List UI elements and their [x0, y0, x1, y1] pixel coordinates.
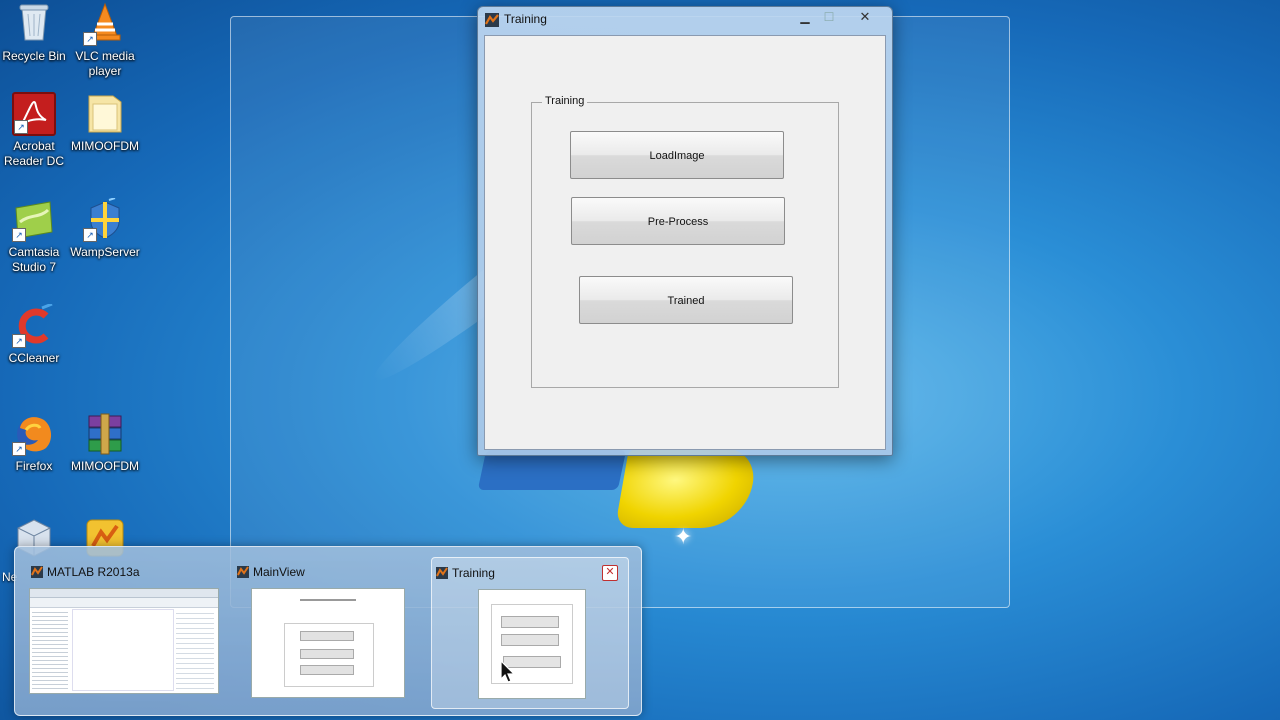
wampserver-icon: ↗: [83, 197, 127, 242]
maximize-button[interactable]: ☐: [818, 9, 840, 27]
shortcut-arrow-icon: ↗: [83, 32, 97, 46]
desktop-icon-label: Firefox: [15, 459, 53, 473]
desktop-icon-wampserver[interactable]: ↗ WampServer: [69, 197, 141, 260]
matlab-icon: [436, 567, 448, 579]
winrar-archive-icon: [83, 412, 127, 456]
recycle-bin-icon: [12, 2, 56, 46]
training-panel: Training LoadImage Pre-Process Trained: [531, 95, 839, 388]
camtasia-icon: ↗: [12, 198, 56, 242]
desktop-icon-label: CCleaner: [8, 351, 60, 365]
thumbnail-close-button[interactable]: ✕: [602, 565, 618, 581]
firefox-icon: ↗: [12, 412, 56, 456]
desktop-icon-ccleaner[interactable]: ↗ CCleaner: [0, 302, 70, 366]
shortcut-arrow-icon: ↗: [83, 228, 97, 242]
vlc-icon: ↗: [83, 2, 127, 46]
trained-button[interactable]: Trained: [579, 276, 793, 324]
window-client-area: Training LoadImage Pre-Process Trained: [484, 35, 886, 450]
desktop-icon-label: WampServer: [70, 245, 140, 259]
thumbnail-title: MainView: [253, 565, 305, 579]
matlab-preview-image: [29, 588, 219, 694]
shortcut-arrow-icon: ↗: [12, 334, 26, 348]
desktop-icon-label: Acrobat Reader DC: [3, 139, 65, 168]
matlab-icon: [485, 13, 499, 27]
thumbnail-mainview[interactable]: MainView: [233, 557, 409, 707]
matlab-icon: [31, 566, 43, 578]
shortcut-arrow-icon: ↗: [12, 442, 26, 456]
shortcut-arrow-icon: ↗: [12, 228, 26, 242]
thumbnail-title: Training: [452, 566, 495, 580]
window-title: Training: [504, 12, 547, 26]
mainview-preview-image: [251, 588, 405, 698]
thumbnail-training[interactable]: Training ✕: [431, 557, 629, 709]
wallpaper-sparkle: ✦: [674, 524, 693, 549]
training-window[interactable]: Training ▁ ☐ ✕ Training LoadImage Pre-Pr…: [477, 6, 893, 456]
desktop-icon-label: VLC media player: [75, 49, 135, 78]
desktop-icon-vlc[interactable]: ↗ VLC media player: [69, 2, 141, 79]
desktop-icon-camtasia[interactable]: ↗ Camtasia Studio 7: [0, 198, 70, 275]
acrobat-icon: ↗: [12, 92, 56, 136]
desktop-icon-firefox[interactable]: ↗ Firefox: [0, 412, 70, 474]
thumbnail-matlab[interactable]: MATLAB R2013a: [27, 557, 223, 707]
ccleaner-icon: ↗: [12, 302, 56, 348]
desktop-icon-recycle-bin[interactable]: Recycle Bin: [0, 2, 70, 64]
desktop-icon-label: Camtasia Studio 7: [8, 245, 60, 274]
matlab-icon: [237, 566, 249, 578]
desktop-icon-label: MIMOOFDM: [71, 139, 139, 153]
load-image-button[interactable]: LoadImage: [570, 131, 784, 179]
thumbnail-title: MATLAB R2013a: [47, 565, 140, 579]
desktop-icon-acrobat[interactable]: ↗ Acrobat Reader DC: [0, 92, 70, 169]
wallpaper-logo-blue: [477, 450, 627, 490]
desktop-icon-label: Recycle Bin: [2, 49, 66, 63]
desktop-icon-label: MIMOOFDM: [71, 459, 139, 473]
desktop-icon-mimoofdm-archive[interactable]: MIMOOFDM: [69, 412, 141, 474]
close-button[interactable]: ✕: [854, 9, 876, 27]
training-preview-image: [478, 589, 586, 699]
minimize-button[interactable]: ▁: [794, 9, 816, 27]
shortcut-arrow-icon: ↗: [14, 120, 28, 134]
taskbar-thumbnail-flyout: MATLAB R2013a MainView Training ✕: [14, 546, 642, 716]
pre-process-button[interactable]: Pre-Process: [571, 197, 785, 245]
folder-icon: [83, 92, 127, 136]
desktop-icon-mimoofdm-folder[interactable]: MIMOOFDM: [69, 92, 141, 154]
panel-title: Training: [542, 95, 588, 107]
